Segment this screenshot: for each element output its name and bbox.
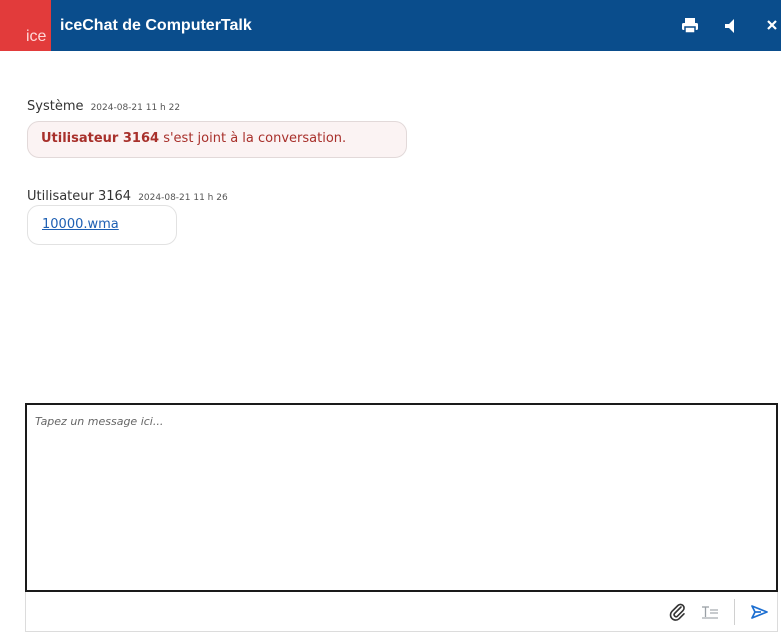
- message-sender: Utilisateur 3164: [27, 189, 132, 204]
- message-header: Système 2024-08-21 11 h 22: [27, 95, 180, 114]
- file-message-bubble: 10000.wma: [27, 205, 177, 245]
- text-format-button[interactable]: [699, 601, 721, 623]
- header-bar: ice iceChat de ComputerTalk: [0, 0, 781, 51]
- send-button[interactable]: [748, 601, 770, 623]
- file-link[interactable]: 10000.wma: [42, 217, 119, 232]
- attach-button[interactable]: [666, 601, 688, 623]
- toolbar-divider: [734, 599, 735, 625]
- window-title: iceChat de ComputerTalk: [60, 17, 252, 34]
- joined-user-name: Utilisateur 3164: [41, 131, 160, 146]
- sound-button[interactable]: [717, 14, 741, 38]
- speaker-icon: [725, 19, 734, 33]
- paperclip-icon: [669, 603, 685, 621]
- system-message-bubble: Utilisateur 3164 s'est joint à la conver…: [27, 121, 407, 158]
- send-icon: [751, 605, 768, 619]
- message-input[interactable]: [27, 405, 776, 590]
- close-button[interactable]: [762, 14, 781, 38]
- message-time: 2024-08-21 11 h 26: [138, 193, 228, 203]
- compose-toolbar: [25, 592, 778, 632]
- text-format-icon: [702, 606, 718, 619]
- print-icon: [682, 18, 698, 34]
- logo-text: ice: [26, 28, 47, 45]
- system-message-text: s'est joint à la conversation.: [159, 131, 347, 146]
- message-compose-box: [25, 403, 778, 592]
- message-list: Système 2024-08-21 11 h 22 Utilisateur 3…: [0, 51, 781, 401]
- ice-logo: ice: [0, 0, 51, 51]
- print-button[interactable]: [678, 14, 702, 38]
- message-header: Utilisateur 3164 2024-08-21 11 h 26: [27, 185, 228, 204]
- message-time: 2024-08-21 11 h 22: [90, 103, 181, 113]
- close-icon: [767, 20, 777, 30]
- chat-window: ice iceChat de ComputerTalk Système 2024: [0, 0, 781, 635]
- message-sender: Système: [27, 99, 84, 114]
